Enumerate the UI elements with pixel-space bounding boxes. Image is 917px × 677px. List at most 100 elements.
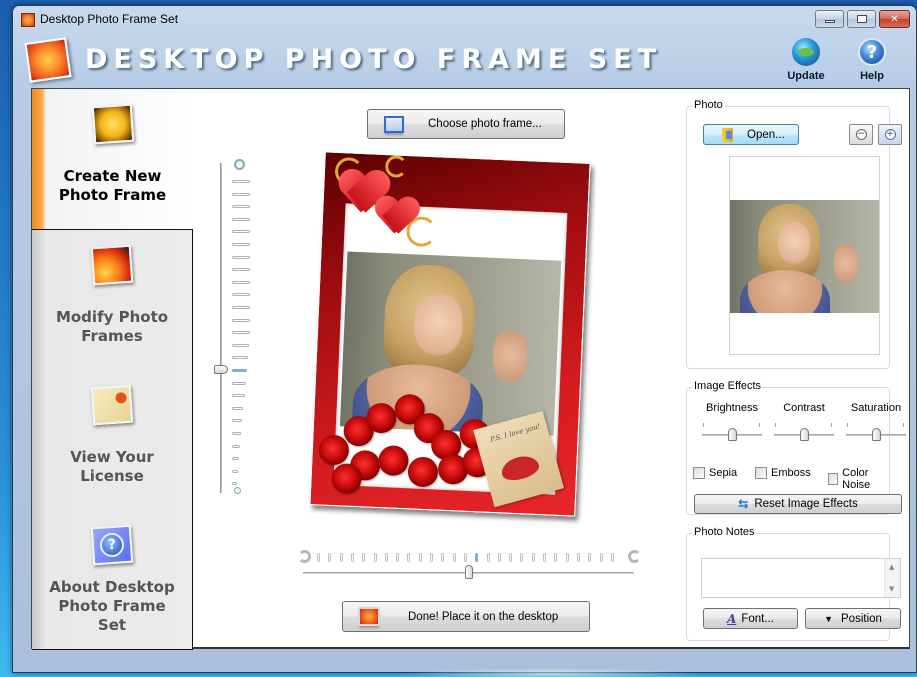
emboss-label: Emboss bbox=[771, 467, 811, 479]
rotate-left-icon[interactable] bbox=[298, 550, 311, 563]
slider-tick bbox=[759, 423, 760, 427]
zoom-slider-tick bbox=[232, 444, 241, 448]
roses-bouquet bbox=[318, 152, 590, 495]
zoom-slider-tick bbox=[232, 394, 245, 398]
rotation-tick bbox=[475, 553, 479, 562]
photo-notes-panel: Photo Notes ▲ ▼ A Font... ▼ Position bbox=[686, 526, 901, 641]
sidebar-item-label: Photo Frame bbox=[58, 597, 166, 615]
done-place-on-desktop-button[interactable]: Done! Place it on the desktop bbox=[342, 601, 590, 632]
contrast-control: Contrast bbox=[769, 402, 839, 443]
zoom-slider[interactable] bbox=[214, 159, 258, 499]
rotation-tick bbox=[339, 553, 343, 562]
zoom-slider-tick bbox=[232, 419, 243, 423]
title-bar[interactable]: Desktop Photo Frame Set ✕ bbox=[13, 6, 916, 32]
photo-stack-icon bbox=[90, 244, 134, 286]
rotation-tick bbox=[384, 553, 388, 562]
open-label: Open... bbox=[747, 128, 785, 141]
zoom-slider-tick bbox=[232, 293, 250, 297]
rotation-tick bbox=[588, 553, 592, 562]
reset-image-effects-button[interactable]: ⇆ Reset Image Effects bbox=[694, 494, 902, 514]
font-button[interactable]: A Font... bbox=[703, 608, 798, 629]
rose-photo-icon bbox=[91, 103, 134, 145]
window-title: Desktop Photo Frame Set bbox=[40, 12, 179, 26]
position-button[interactable]: ▼ Position bbox=[805, 608, 901, 629]
logo-rose-icon bbox=[24, 37, 72, 83]
scroll-up-icon[interactable]: ▲ bbox=[889, 563, 894, 571]
help-button[interactable]: ? Help bbox=[847, 38, 897, 82]
maximize-icon bbox=[856, 15, 867, 23]
photo-zoom-in-button[interactable]: + bbox=[878, 124, 902, 145]
zoom-slider-tick bbox=[232, 356, 248, 360]
rotation-tick bbox=[396, 553, 400, 562]
sidebar-item-view-license[interactable]: View Your License bbox=[32, 370, 193, 511]
photo-notes-textarea[interactable]: ▲ ▼ bbox=[701, 558, 901, 598]
slider-thumb[interactable] bbox=[871, 428, 881, 441]
zoom-slider-tick bbox=[232, 205, 250, 209]
slider-tick bbox=[831, 423, 832, 427]
sidebar-item-create-new-photo-frame[interactable]: Create New Photo Frame bbox=[32, 89, 193, 230]
rotation-slider-thumb[interactable] bbox=[464, 565, 473, 579]
update-button[interactable]: Update bbox=[781, 38, 831, 82]
notes-scrollbar[interactable]: ▲ ▼ bbox=[884, 559, 900, 597]
zoom-slider-tick bbox=[232, 306, 250, 309]
minimize-icon bbox=[824, 20, 835, 23]
zoom-slider-tick bbox=[232, 255, 250, 259]
desktop-photo-icon bbox=[358, 607, 380, 626]
zoom-out-magnifier-icon bbox=[234, 487, 241, 494]
app-logo-text: DESKTOP PHOTO FRAME SET bbox=[85, 44, 663, 75]
zoom-slider-tick bbox=[232, 192, 250, 196]
font-label: Font... bbox=[741, 612, 774, 625]
question-icon: ? bbox=[90, 524, 134, 566]
heart-decoration bbox=[374, 197, 420, 239]
zoom-slider-thumb[interactable] bbox=[214, 365, 228, 374]
rotation-tick bbox=[554, 553, 558, 562]
frame-monitor-icon bbox=[384, 115, 404, 133]
open-photo-button[interactable]: Open... bbox=[703, 124, 799, 145]
rotation-tick bbox=[350, 553, 354, 562]
close-button[interactable]: ✕ bbox=[879, 10, 910, 28]
zoom-slider-tick bbox=[232, 230, 250, 234]
zoom-slider-tick bbox=[232, 243, 250, 246]
close-icon: ✕ bbox=[890, 13, 899, 25]
brightness-label: Brightness bbox=[706, 402, 758, 414]
photo-frame-preview[interactable]: P.S. I love you! bbox=[309, 151, 591, 517]
sidebar-item-label: Create New bbox=[63, 167, 162, 185]
sidebar-item-modify-photo-frames[interactable]: Modify Photo Frames bbox=[32, 230, 193, 371]
slider-thumb[interactable] bbox=[727, 428, 737, 441]
emboss-checkbox[interactable]: Emboss bbox=[755, 467, 811, 479]
image-effects-panel: Image Effects Brightness Contrast Satura… bbox=[686, 380, 906, 515]
choose-photo-frame-button[interactable]: Choose photo frame... bbox=[367, 109, 565, 139]
rotation-slider[interactable] bbox=[298, 548, 641, 588]
minimize-button[interactable] bbox=[815, 10, 844, 28]
rotation-tick bbox=[610, 553, 614, 562]
scroll-down-icon[interactable]: ▼ bbox=[889, 585, 894, 593]
photo-zoom-out-button[interactable]: − bbox=[849, 124, 873, 145]
help-label: Help bbox=[860, 70, 884, 82]
brightness-slider[interactable] bbox=[697, 419, 767, 443]
rotate-right-icon[interactable] bbox=[628, 550, 641, 563]
image-effects-title: Image Effects bbox=[693, 380, 763, 392]
rotation-tick bbox=[362, 553, 366, 562]
rotation-tick bbox=[509, 553, 513, 562]
sidebar-item-about[interactable]: ? About Desktop Photo Frame Set bbox=[32, 510, 193, 650]
sepia-checkbox[interactable]: Sepia bbox=[693, 467, 737, 479]
rotation-tick bbox=[486, 553, 490, 562]
photo-panel: Photo Open... − + bbox=[686, 99, 902, 369]
contrast-slider[interactable] bbox=[769, 419, 839, 443]
sidebar-item-label: Modify Photo bbox=[55, 308, 169, 326]
zoom-slider-tick bbox=[232, 331, 250, 335]
zoom-slider-tick bbox=[232, 457, 239, 461]
slider-thumb[interactable] bbox=[799, 428, 809, 441]
color-noise-checkbox[interactable]: Color Noise bbox=[828, 467, 889, 491]
photo-panel-title: Photo bbox=[693, 99, 724, 111]
sidebar-item-label: About Desktop bbox=[49, 578, 175, 596]
maximize-button[interactable] bbox=[847, 10, 876, 28]
zoom-slider-tick bbox=[232, 217, 250, 221]
slider-tick bbox=[703, 423, 704, 427]
zoom-slider-tick bbox=[232, 482, 237, 486]
zoom-slider-tick bbox=[232, 280, 250, 284]
certificate-icon bbox=[90, 384, 134, 426]
saturation-slider[interactable] bbox=[841, 419, 911, 443]
zoom-in-magnifier-icon bbox=[234, 159, 245, 170]
app-header: DESKTOP PHOTO FRAME SET Update ? Help bbox=[13, 32, 916, 88]
